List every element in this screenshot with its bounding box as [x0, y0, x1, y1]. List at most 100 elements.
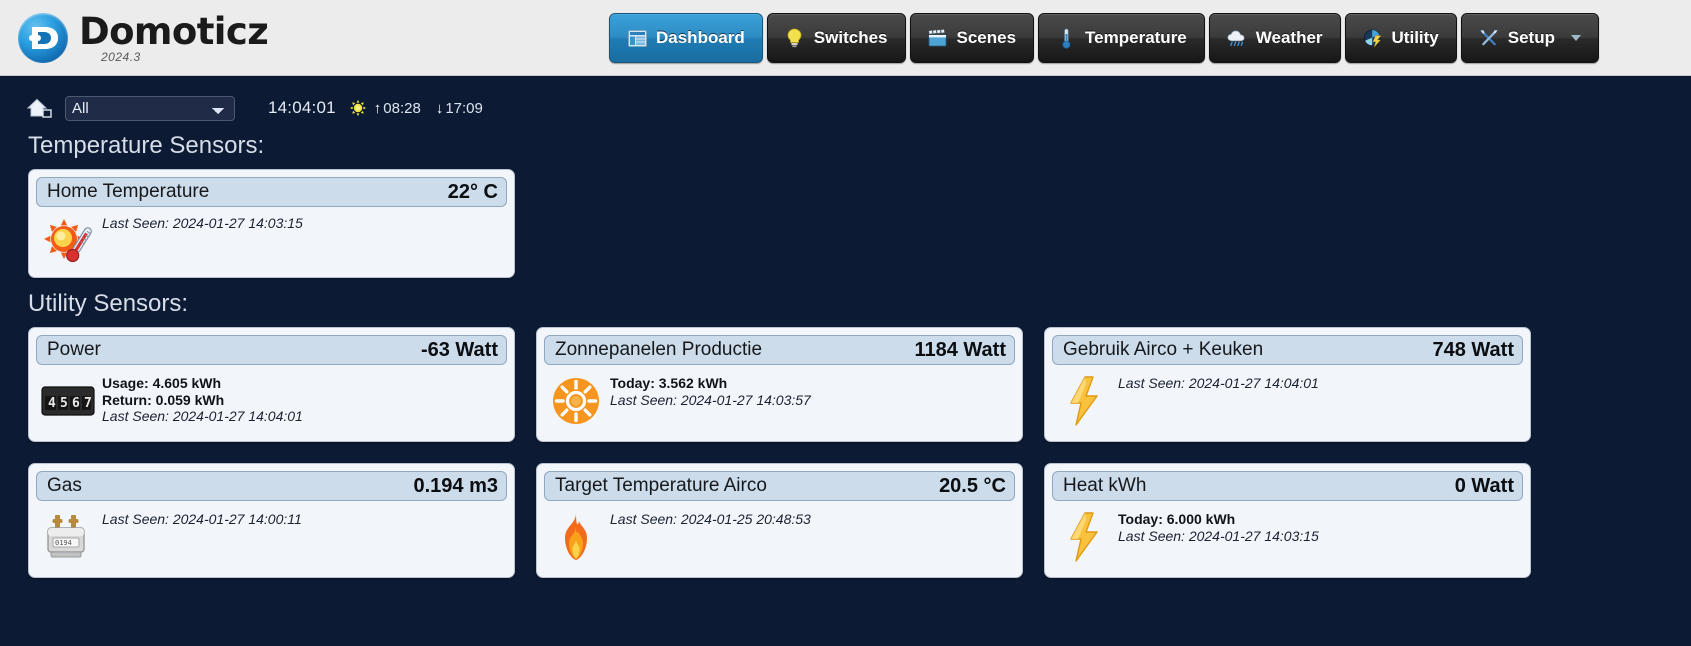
sun-icon [349, 100, 366, 116]
thermometer-icon [1056, 28, 1076, 49]
usage-line: Usage: 4.605 kWh [102, 375, 222, 391]
tab-label: Scenes [956, 28, 1017, 47]
widget-title: Gebruik Airco + Keuken [1063, 339, 1264, 360]
svg-text:0194: 0194 [55, 539, 72, 547]
widget-title: Gas [47, 475, 82, 496]
widget-value: 0 Watt [1454, 474, 1514, 497]
last-seen-line: Last Seen: 2024-01-27 14:03:15 [1118, 527, 1319, 544]
solar-sun-icon [548, 373, 604, 429]
widget-title: Heat kWh [1063, 475, 1147, 496]
widget-header: Gas 0.194 m3 [36, 471, 507, 501]
widget-header: Heat kWh 0 Watt [1052, 471, 1523, 501]
widget-gas[interactable]: Gas 0.194 m3 0194 Last Seen: 2024-01-27 … [28, 463, 515, 578]
svg-text:7: 7 [84, 396, 92, 411]
widget-title: Power [47, 339, 101, 360]
last-seen-line: Last Seen: 2024-01-25 20:48:53 [610, 511, 811, 527]
tab-label: Dashboard [656, 28, 745, 47]
widget-heat-kwh[interactable]: Heat kWh 0 Watt Today: 6.000 kWh Last Se… [1044, 463, 1531, 578]
section-title-utility: Utility Sensors: [28, 290, 189, 317]
tools-icon [1479, 28, 1499, 48]
house-icon[interactable] [26, 95, 56, 121]
room-filter-select[interactable]: All [65, 95, 235, 121]
last-seen-line: Last Seen: 2024-01-27 14:03:57 [610, 391, 811, 408]
rain-cloud-icon [1227, 28, 1247, 48]
widget-lines: Today: 6.000 kWh Last Seen: 2024-01-27 1… [1118, 509, 1319, 544]
widget-target-temperature-airco[interactable]: Target Temperature Airco 20.5 °C Last Se… [536, 463, 1023, 578]
lightning-bolt-icon [1056, 373, 1112, 429]
widget-header: Zonnepanelen Productie 1184 Watt [544, 335, 1015, 365]
svg-text:4: 4 [48, 396, 56, 411]
widget-value: 20.5 °C [939, 474, 1006, 497]
widget-body: 4 5 6 7 Usage: 4.605 kWh Return: 0.059 k… [36, 371, 507, 433]
widget-title: Target Temperature Airco [555, 475, 767, 496]
widget-body: Today: 6.000 kWh Last Seen: 2024-01-27 1… [1052, 507, 1523, 569]
today-line: Today: 6.000 kWh [1118, 511, 1236, 527]
sun-times: ↑ 08:28 ↓ 17:09 [374, 100, 483, 117]
temperature-sensors-grid: Home Temperature 22° C Last Seen: 2024-0… [0, 169, 1691, 278]
widget-power[interactable]: Power -63 Watt 4 5 6 7 Usage: 4.605 kWh … [28, 327, 515, 442]
last-seen-line: Last Seen: 2024-01-27 14:00:11 [102, 511, 302, 527]
main-navigation: Dashboard Switches Scenes Temperature We… [609, 13, 1599, 63]
utility-sensors-grid: Power -63 Watt 4 5 6 7 Usage: 4.605 kWh … [0, 327, 1691, 578]
tab-label: Switches [813, 28, 888, 47]
widget-gebruik-airco-keuken[interactable]: Gebruik Airco + Keuken 748 Watt Last See… [1044, 327, 1531, 442]
last-seen-line: Last Seen: 2024-01-27 14:03:15 [102, 215, 303, 231]
dashboard-toolbar: All 14:04:01 ↑ 08:28 ↓ 17:09 [0, 76, 1691, 124]
widget-header: Home Temperature 22° C [36, 177, 507, 207]
lightning-bolt-icon [1056, 509, 1112, 565]
brand: Domoticz 2024.3 [18, 9, 269, 63]
dashboard-icon [627, 28, 647, 48]
widget-home-temperature[interactable]: Home Temperature 22° C Last Seen: 2024-0… [28, 169, 515, 278]
clapperboard-icon [928, 28, 948, 48]
sunset-time: 17:09 [445, 99, 483, 117]
tab-label: Utility [1391, 28, 1439, 47]
widget-value: -63 Watt [420, 338, 498, 361]
sunrise-group: ↑ 08:28 [374, 100, 421, 117]
arrow-up-icon: ↑ [373, 99, 382, 117]
widget-body: Last Seen: 2024-01-27 14:03:15 [36, 213, 507, 271]
electricity-meter-icon: 4 5 6 7 [40, 373, 96, 429]
chevron-down-icon [1571, 35, 1581, 41]
tab-switches[interactable]: Switches [766, 13, 906, 63]
today-line: Today: 3.562 kWh [610, 375, 728, 391]
widget-lines: Today: 3.562 kWh Last Seen: 2024-01-27 1… [610, 373, 811, 408]
arrow-down-icon: ↓ [435, 99, 444, 117]
widget-title: Home Temperature [47, 181, 210, 202]
widget-header: Gebruik Airco + Keuken 748 Watt [1052, 335, 1523, 365]
tab-utility[interactable]: Utility [1344, 13, 1457, 63]
svg-text:6: 6 [72, 396, 80, 411]
return-line: Return: 0.059 kWh [102, 391, 225, 408]
widget-body: Today: 3.562 kWh Last Seen: 2024-01-27 1… [544, 371, 1015, 433]
widget-zonnepanelen-productie[interactable]: Zonnepanelen Productie 1184 Watt Today: … [536, 327, 1023, 442]
widget-body: 0194 Last Seen: 2024-01-27 14:00:11 [36, 507, 507, 569]
sunset-group: ↓ 17:09 [436, 100, 483, 117]
widget-value: 0.194 m3 [413, 474, 498, 497]
last-seen-line: Last Seen: 2024-01-27 14:04:01 [1118, 375, 1319, 391]
widget-value: 22° C [447, 180, 498, 203]
sun-thermometer-icon [40, 215, 96, 271]
tab-dashboard[interactable]: Dashboard [609, 13, 763, 63]
meter-icon [1363, 28, 1383, 48]
svg-text:5: 5 [60, 396, 68, 411]
sunrise-time: 08:28 [383, 99, 421, 117]
tab-scenes[interactable]: Scenes [909, 13, 1035, 63]
tab-weather[interactable]: Weather [1208, 13, 1341, 63]
tab-label: Weather [1255, 28, 1323, 47]
widget-value: 748 Watt [1432, 338, 1514, 361]
flame-icon [548, 509, 604, 565]
app-title: Domoticz [79, 9, 269, 53]
clock-display: 14:04:01 [268, 98, 336, 117]
widget-lines: Last Seen: 2024-01-27 14:04:01 [1118, 373, 1319, 392]
widget-lines: Usage: 4.605 kWh Return: 0.059 kWh Last … [102, 373, 303, 425]
section-title-temperature: Temperature Sensors: [28, 132, 265, 159]
widget-value: 1184 Watt [914, 338, 1006, 361]
app-header: Domoticz 2024.3 Dashboard Switches Scene… [0, 0, 1691, 76]
tab-temperature[interactable]: Temperature [1038, 13, 1205, 63]
widget-lines: Last Seen: 2024-01-27 14:03:15 [102, 215, 303, 232]
tab-label: Setup [1507, 28, 1555, 47]
widget-header: Target Temperature Airco 20.5 °C [544, 471, 1015, 501]
widget-body: Last Seen: 2024-01-27 14:04:01 [1052, 371, 1523, 433]
tab-setup[interactable]: Setup [1460, 13, 1599, 63]
domoticz-logo-icon [18, 12, 68, 63]
dashboard-content: All 14:04:01 ↑ 08:28 ↓ 17:09 Temperature… [0, 76, 1691, 646]
